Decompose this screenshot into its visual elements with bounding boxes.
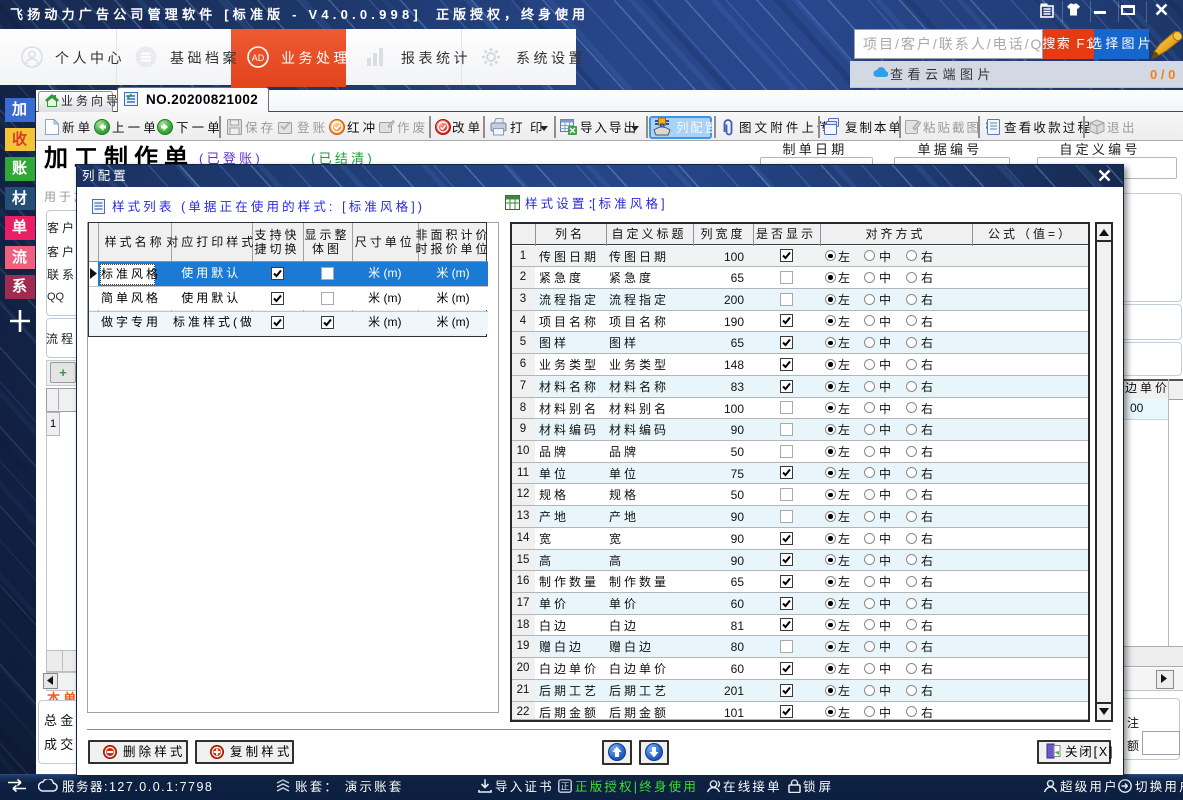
svg-text:正: 正 — [560, 782, 569, 792]
svg-text:AD: AD — [252, 53, 265, 63]
